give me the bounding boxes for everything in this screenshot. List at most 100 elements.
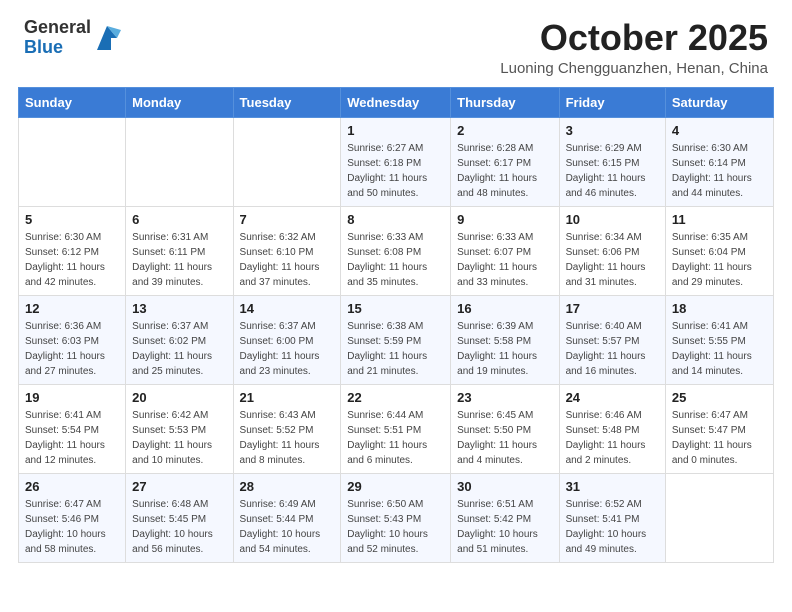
title-block: October 2025 Luoning Chengguanzhen, Hena… [500,18,768,77]
day-info-16: Sunrise: 6:39 AM Sunset: 5:58 PM Dayligh… [457,319,552,379]
month-title: October 2025 [500,18,768,58]
day-number-1: 1 [347,123,444,138]
calendar-header-row: Sunday Monday Tuesday Wednesday Thursday… [19,87,774,117]
calendar-cell-w1-d5: 2 Sunrise: 6:28 AM Sunset: 6:17 PM Daylig… [451,117,559,206]
day-number-17: 17 [566,301,659,316]
day-info-4: Sunrise: 6:30 AM Sunset: 6:14 PM Dayligh… [672,141,767,201]
day-number-12: 12 [25,301,119,316]
day-number-16: 16 [457,301,552,316]
week-row-3: 12Sunrise: 6:36 AM Sunset: 6:03 PM Dayli… [19,295,774,384]
day-number-28: 28 [240,479,335,494]
day-info-22: Sunrise: 6:44 AM Sunset: 5:51 PM Dayligh… [347,408,444,468]
calendar-cell-w2-d4: 8Sunrise: 6:33 AM Sunset: 6:08 PM Daylig… [341,206,451,295]
day-number-21: 21 [240,390,335,405]
day-number-25: 25 [672,390,767,405]
calendar-cell-w2-d3: 7Sunrise: 6:32 AM Sunset: 6:10 PM Daylig… [233,206,341,295]
day-info-15: Sunrise: 6:38 AM Sunset: 5:59 PM Dayligh… [347,319,444,379]
day-number-4: 4 [672,123,767,138]
day-number-24: 24 [566,390,659,405]
day-number-30: 30 [457,479,552,494]
day-info-25: Sunrise: 6:47 AM Sunset: 5:47 PM Dayligh… [672,408,767,468]
calendar-cell-w4-d5: 23 Sunrise: 6:45 AM Sunset: 5:50 PM Dayli… [451,384,559,473]
week-row-1: 1 Sunrise: 6:27 AM Sunset: 6:18 PM Daylig… [19,117,774,206]
logo: General Blue [24,18,121,58]
col-wednesday: Wednesday [341,87,451,117]
col-saturday: Saturday [665,87,773,117]
logo-general: General [24,17,91,37]
location: Luoning Chengguanzhen, Henan, China [500,60,768,77]
day-number-13: 13 [132,301,226,316]
day-info-18: Sunrise: 6:41 AM Sunset: 5:55 PM Dayligh… [672,319,767,379]
day-number-18: 18 [672,301,767,316]
day-number-26: 26 [25,479,119,494]
calendar-table: Sunday Monday Tuesday Wednesday Thursday… [18,87,774,563]
day-number-14: 14 [240,301,335,316]
col-thursday: Thursday [451,87,559,117]
calendar-cell-w5-d5: 30 Sunrise: 6:51 AM Sunset: 5:42 PM Dayli… [451,473,559,562]
week-row-5: 26 Sunrise: 6:47 AM Sunset: 5:46 PM Dayli… [19,473,774,562]
day-number-10: 10 [566,212,659,227]
calendar-wrapper: Sunday Monday Tuesday Wednesday Thursday… [0,87,792,573]
day-number-9: 9 [457,212,552,227]
week-row-2: 5Sunrise: 6:30 AM Sunset: 6:12 PM Daylig… [19,206,774,295]
day-number-23: 23 [457,390,552,405]
calendar-cell-w1-d1 [19,117,126,206]
calendar-cell-w3-d7: 18 Sunrise: 6:41 AM Sunset: 5:55 PM Dayli… [665,295,773,384]
calendar-cell-w5-d6: 31 Sunrise: 6:52 AM Sunset: 5:41 PM Dayli… [559,473,665,562]
day-number-6: 6 [132,212,226,227]
day-info-3: Sunrise: 6:29 AM Sunset: 6:15 PM Dayligh… [566,141,659,201]
day-number-8: 8 [347,212,444,227]
calendar-cell-w1-d2 [126,117,233,206]
calendar-cell-w2-d6: 10 Sunrise: 6:34 AM Sunset: 6:06 PM Dayli… [559,206,665,295]
day-info-2: Sunrise: 6:28 AM Sunset: 6:17 PM Dayligh… [457,141,552,201]
calendar-cell-w2-d2: 6 Sunrise: 6:31 AM Sunset: 6:11 PM Daylig… [126,206,233,295]
day-info-17: Sunrise: 6:40 AM Sunset: 5:57 PM Dayligh… [566,319,659,379]
calendar-cell-w5-d1: 26 Sunrise: 6:47 AM Sunset: 5:46 PM Dayli… [19,473,126,562]
calendar-cell-w4-d4: 22Sunrise: 6:44 AM Sunset: 5:51 PM Dayli… [341,384,451,473]
day-number-7: 7 [240,212,335,227]
logo-blue: Blue [24,37,63,57]
day-number-2: 2 [457,123,552,138]
day-info-6: Sunrise: 6:31 AM Sunset: 6:11 PM Dayligh… [132,230,226,290]
day-info-19: Sunrise: 6:41 AM Sunset: 5:54 PM Dayligh… [25,408,119,468]
calendar-cell-w4-d7: 25 Sunrise: 6:47 AM Sunset: 5:47 PM Dayli… [665,384,773,473]
day-info-26: Sunrise: 6:47 AM Sunset: 5:46 PM Dayligh… [25,497,119,557]
day-info-13: Sunrise: 6:37 AM Sunset: 6:02 PM Dayligh… [132,319,226,379]
calendar-cell-w3-d6: 17 Sunrise: 6:40 AM Sunset: 5:57 PM Dayli… [559,295,665,384]
calendar-cell-w3-d2: 13 Sunrise: 6:37 AM Sunset: 6:02 PM Dayli… [126,295,233,384]
col-sunday: Sunday [19,87,126,117]
day-number-5: 5 [25,212,119,227]
calendar-cell-w5-d2: 27Sunrise: 6:48 AM Sunset: 5:45 PM Dayli… [126,473,233,562]
day-info-21: Sunrise: 6:43 AM Sunset: 5:52 PM Dayligh… [240,408,335,468]
calendar-cell-w4-d3: 21 Sunrise: 6:43 AM Sunset: 5:52 PM Dayli… [233,384,341,473]
calendar-cell-w1-d3 [233,117,341,206]
calendar-cell-w3-d4: 15Sunrise: 6:38 AM Sunset: 5:59 PM Dayli… [341,295,451,384]
calendar-cell-w4-d1: 19 Sunrise: 6:41 AM Sunset: 5:54 PM Dayli… [19,384,126,473]
day-number-29: 29 [347,479,444,494]
day-info-14: Sunrise: 6:37 AM Sunset: 6:00 PM Dayligh… [240,319,335,379]
logo-icon [93,22,121,54]
day-number-20: 20 [132,390,226,405]
day-info-20: Sunrise: 6:42 AM Sunset: 5:53 PM Dayligh… [132,408,226,468]
header: General Blue October 2025 Luoning Chengg… [0,0,792,87]
calendar-cell-w2-d1: 5Sunrise: 6:30 AM Sunset: 6:12 PM Daylig… [19,206,126,295]
day-info-11: Sunrise: 6:35 AM Sunset: 6:04 PM Dayligh… [672,230,767,290]
day-info-10: Sunrise: 6:34 AM Sunset: 6:06 PM Dayligh… [566,230,659,290]
day-number-31: 31 [566,479,659,494]
day-info-31: Sunrise: 6:52 AM Sunset: 5:41 PM Dayligh… [566,497,659,557]
col-monday: Monday [126,87,233,117]
calendar-cell-w2-d5: 9 Sunrise: 6:33 AM Sunset: 6:07 PM Daylig… [451,206,559,295]
day-info-1: Sunrise: 6:27 AM Sunset: 6:18 PM Dayligh… [347,141,444,201]
day-number-19: 19 [25,390,119,405]
day-info-23: Sunrise: 6:45 AM Sunset: 5:50 PM Dayligh… [457,408,552,468]
calendar-cell-w3-d3: 14 Sunrise: 6:37 AM Sunset: 6:00 PM Dayli… [233,295,341,384]
calendar-cell-w3-d1: 12Sunrise: 6:36 AM Sunset: 6:03 PM Dayli… [19,295,126,384]
calendar-cell-w4-d6: 24Sunrise: 6:46 AM Sunset: 5:48 PM Dayli… [559,384,665,473]
calendar-cell-w1-d7: 4 Sunrise: 6:30 AM Sunset: 6:14 PM Daylig… [665,117,773,206]
day-info-30: Sunrise: 6:51 AM Sunset: 5:42 PM Dayligh… [457,497,552,557]
calendar-cell-w1-d4: 1 Sunrise: 6:27 AM Sunset: 6:18 PM Daylig… [341,117,451,206]
day-number-11: 11 [672,212,767,227]
calendar-cell-w1-d6: 3Sunrise: 6:29 AM Sunset: 6:15 PM Daylig… [559,117,665,206]
calendar-cell-w5-d7 [665,473,773,562]
day-info-9: Sunrise: 6:33 AM Sunset: 6:07 PM Dayligh… [457,230,552,290]
